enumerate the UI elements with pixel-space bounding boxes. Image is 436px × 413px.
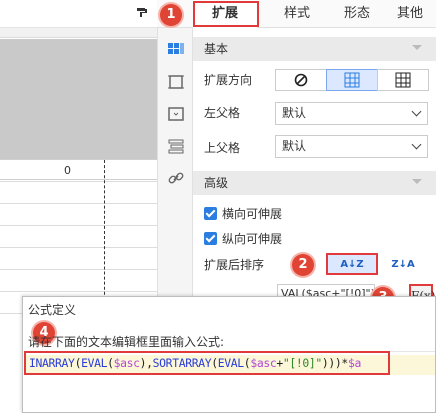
left-parent-label: 左父格 [204, 106, 241, 120]
section-advanced[interactable]: 高级 [193, 171, 436, 195]
top-parent-select[interactable]: 默认 [275, 135, 428, 158]
checkbox-checked-icon [204, 207, 217, 220]
expand-direction-label: 扩展方向 [204, 73, 253, 87]
vertical-expand-icon [344, 72, 360, 88]
column-label: 0 [64, 164, 71, 177]
annotation-badge-1: 1 [160, 4, 182, 26]
sort-after-expand-label: 扩展后排序 [204, 258, 265, 272]
horizontal-expandable-checkbox[interactable]: 横向可伸展 [204, 205, 282, 222]
canvas-header-area [0, 39, 157, 159]
no-expand-icon [294, 73, 308, 87]
paint-format-icon[interactable] [136, 6, 148, 21]
canvas-toolbar [0, 0, 157, 28]
dialog-prompt: 请在下面的文本编辑框里面输入公式: [28, 335, 225, 349]
collapse-caret-icon [412, 45, 422, 50]
spreadsheet-grid[interactable] [0, 159, 157, 319]
top-parent-label: 上父格 [204, 141, 241, 155]
highlight-expand-tab [193, 1, 259, 27]
cell-border-icon[interactable] [166, 72, 186, 92]
expand-horizontal-option[interactable] [377, 69, 429, 91]
sort-descending-button[interactable]: Z↓A [380, 253, 426, 275]
page-break-line [104, 160, 105, 310]
horizontal-expand-icon [395, 72, 411, 88]
tab-style[interactable]: 样式 [269, 0, 325, 28]
section-basic[interactable]: 基本 [193, 37, 436, 61]
checkbox-checked-icon [204, 232, 217, 245]
top-parent-value: 默认 [282, 139, 307, 153]
section-basic-title: 基本 [204, 42, 229, 56]
canvas-ruler [0, 28, 157, 38]
expand-none-option[interactable] [275, 69, 327, 91]
collapse-caret-icon [412, 179, 422, 184]
horizontal-expandable-label: 横向可伸展 [222, 207, 283, 221]
left-parent-select[interactable]: 默认 [275, 102, 428, 125]
chevron-down-icon [411, 139, 422, 150]
tab-other[interactable]: 其他 [385, 0, 435, 28]
dialog-title: 公式定义 [28, 303, 77, 317]
vertical-expandable-checkbox[interactable]: 纵向可伸展 [204, 230, 282, 247]
dropdown-box-icon[interactable] [166, 104, 186, 124]
cell-expand-icon[interactable] [166, 40, 186, 60]
section-advanced-title: 高级 [204, 176, 229, 190]
expand-vertical-option[interactable] [326, 69, 378, 91]
grid-column-header [0, 160, 157, 180]
highlight-formula [24, 351, 390, 375]
annotation-badge-2: 2 [292, 254, 314, 276]
sort-ascending-icon: A↓Z [340, 258, 364, 270]
tab-shape[interactable]: 形态 [329, 0, 385, 28]
sort-ascending-button[interactable]: A↓Z [326, 253, 378, 275]
vertical-expandable-label: 纵向可伸展 [222, 232, 283, 246]
sort-descending-icon: Z↓A [391, 258, 415, 270]
link-icon[interactable] [166, 168, 186, 188]
template-stack-icon[interactable] [166, 136, 186, 156]
chevron-down-icon [411, 106, 422, 117]
left-parent-value: 默认 [282, 106, 307, 120]
